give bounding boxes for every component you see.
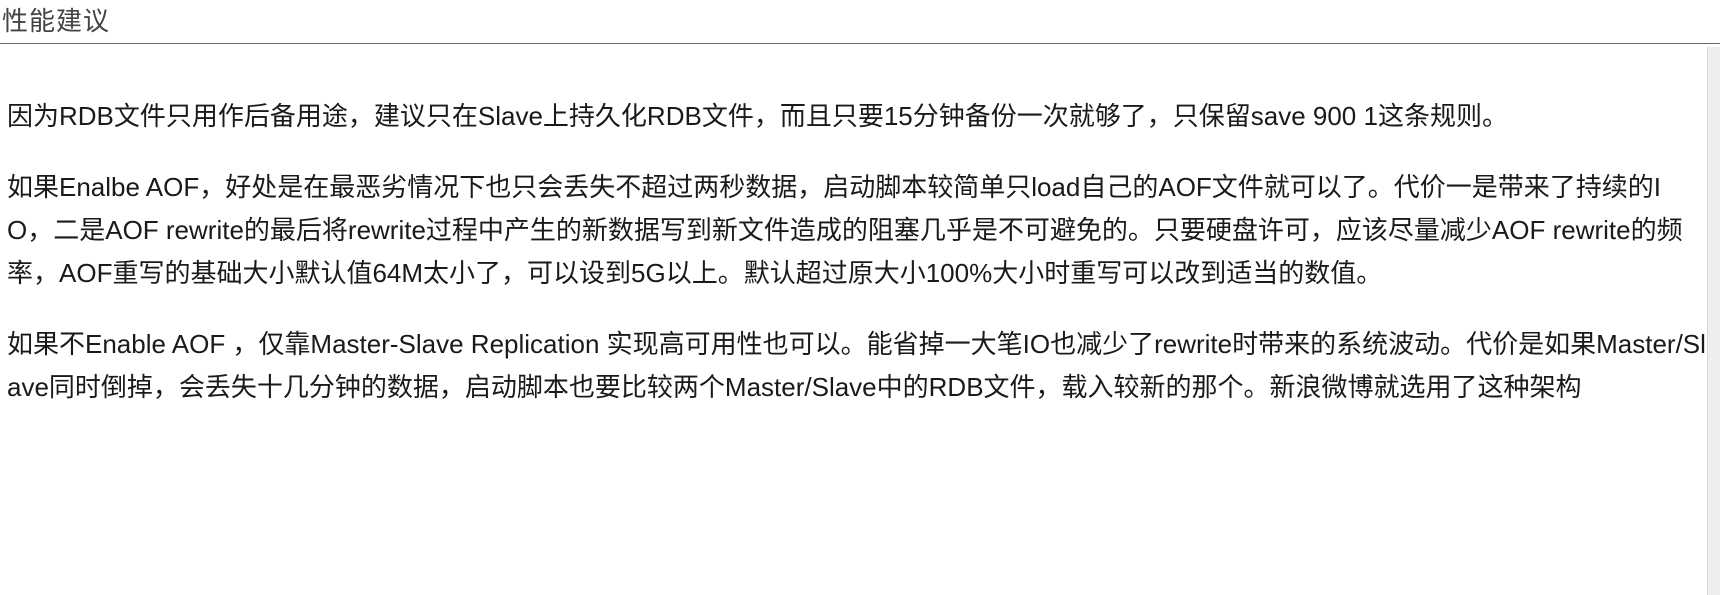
paragraph-aof-enabled: 如果Enalbe AOF，好处是在最恶劣情况下也只会丢失不超过两秒数据，启动脚本… xyxy=(7,172,1683,288)
paragraph-rdb: 因为RDB文件只用作后备用途，建议只在Slave上持久化RDB文件，而且只要15… xyxy=(7,101,1508,131)
article-body: 因为RDB文件只用作后备用途，建议只在Slave上持久化RDB文件，而且只要15… xyxy=(7,95,1707,437)
paragraph-aof-disabled: 如果不Enable AOF ，仅靠Master-Slave Replicatio… xyxy=(7,329,1706,402)
scrollbar[interactable] xyxy=(1707,47,1720,595)
section-header: 性能建议 xyxy=(0,0,1720,44)
page: 性能建议 因为RDB文件只用作后备用途，建议只在Slave上持久化RDB文件，而… xyxy=(0,0,1720,595)
section-title: 性能建议 xyxy=(2,6,111,36)
